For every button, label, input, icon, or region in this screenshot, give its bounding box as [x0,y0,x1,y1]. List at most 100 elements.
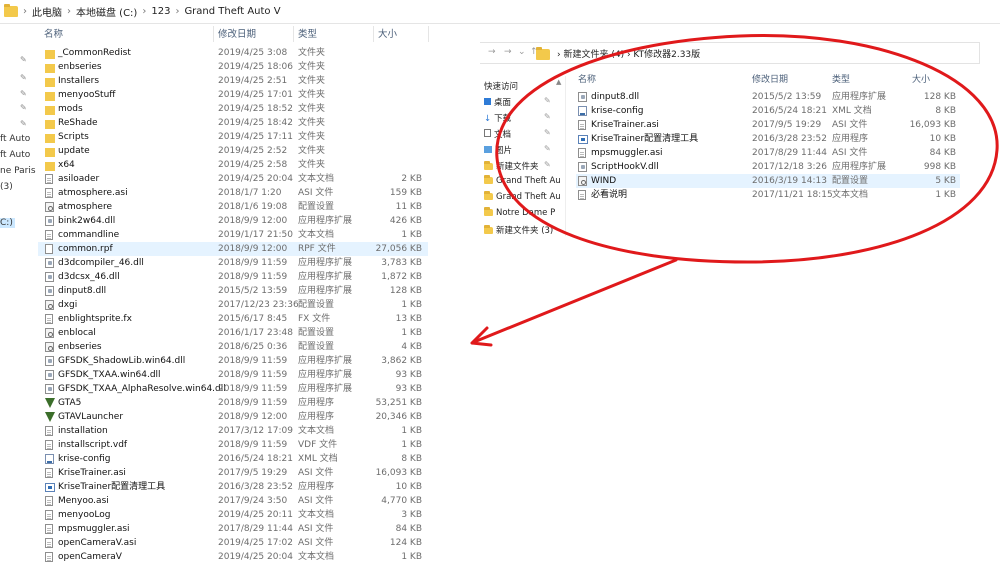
file-row[interactable]: Menyoo.asi 2017/9/24 3:50 ASI 文件 4,770 KB [38,494,428,508]
file-date: 2018/1/7 1:20 [218,188,282,198]
file-row[interactable]: d3dcompiler_46.dll 2018/9/9 11:59 应用程序扩展 3,… [38,256,428,270]
file-row[interactable]: ScriptHookV.dll 2017/12/18 3:26 应用程序扩展 998 … [576,160,960,174]
sidebar-item-folder[interactable]: 新建文件夹 (3) [484,224,553,236]
file-row[interactable]: enbseries 2018/6/25 0:36 配置设置 4 KB [38,340,428,354]
chevron-down-icon[interactable]: ⌄ [518,47,526,57]
column-header-name[interactable]: 名称 [578,72,596,85]
file-row[interactable]: 必看说明 2017/11/21 18:15 文本文档 1 KB [576,188,960,202]
file-row[interactable]: krise-config 2016/5/24 18:21 XML 文档 8 KB [38,452,428,466]
column-header-type[interactable]: 类型 [298,26,317,42]
file-size: 5 KB [935,176,956,186]
file-row[interactable]: installation 2017/3/12 17:09 文本文档 1 KB [38,424,428,438]
column-divider[interactable] [428,26,429,42]
file-row[interactable]: installscript.vdf 2018/9/9 11:59 VDF 文件 1 K… [38,438,428,452]
second-window-sidebar[interactable]: ▲ 快速访问 桌面 ✎ ↓ 下载 ✎ 文档 ✎ 图片 ✎ 新建文件夹 ✎ Gran… [482,76,566,236]
file-row[interactable]: menyooStuff 2019/4/25 17:01 文件夹 [38,88,428,102]
address-bar[interactable]: › 此电脑 › 本地磁盘 (C:) › 123 › Grand Theft Au… [0,0,1000,24]
file-row[interactable]: d3dcsx_46.dll 2018/9/9 11:59 应用程序扩展 1,872 K… [38,270,428,284]
file-row[interactable]: openCameraV 2019/4/25 20:04 文本文档 1 KB [38,550,428,564]
document-icon [45,244,53,254]
breadcrumb-123[interactable]: 123 [151,6,170,17]
breadcrumb-this-pc[interactable]: 此电脑 [32,4,62,19]
file-row[interactable]: enblocal 2016/1/17 23:48 配置设置 1 KB [38,326,428,340]
sidebar-item-new-folder[interactable]: 新建文件夹 [484,160,539,172]
file-row[interactable]: asiloader 2019/4/25 20:04 文本文档 2 KB [38,172,428,186]
forward-arrow-icon[interactable]: → [504,47,512,57]
file-row[interactable]: krise-config 2016/5/24 18:21 XML 文档 8 KB [576,104,960,118]
file-row[interactable]: x64 2019/4/25 2:58 文件夹 [38,158,428,172]
file-row[interactable]: WIND 2016/3/19 14:13 配置设置 5 KB [576,174,960,188]
file-row[interactable]: commandline 2019/1/17 21:50 文本文档 1 KB [38,228,428,242]
sidebar-item-desktop[interactable]: 桌面 [484,96,511,108]
file-row[interactable]: Installers 2019/4/25 2:51 文件夹 [38,74,428,88]
folder-icon [536,47,550,60]
file-row[interactable]: KriseTrainer配置清理工具 2016/3/28 23:52 应用程序 10 … [38,480,428,494]
sidebar-item-pictures[interactable]: 图片 [484,144,512,156]
file-name: mpsmuggler.asi [58,524,130,534]
column-divider[interactable] [213,26,214,42]
file-row[interactable]: Scripts 2019/4/25 17:11 文件夹 [38,130,428,144]
second-explorer-window[interactable]: → → ⌄ ↑ › 新建文件夹 (4) › KT修改器2.33版 ▲ 快速访问 … [480,26,1000,236]
file-row[interactable]: dinput8.dll 2015/5/2 13:59 应用程序扩展 128 KB [38,284,428,298]
tree-item[interactable]: ne Paris [0,166,36,176]
sidebar-item-quick-access[interactable]: 快速访问 [484,80,518,92]
file-size: 13 KB [395,314,422,324]
sidebar-item-documents[interactable]: 文档 [484,128,511,140]
sidebar-item-folder[interactable]: Grand Theft Au [484,175,561,186]
file-row[interactable]: GTAVLauncher 2018/9/9 12:00 应用程序 20,346 KB [38,410,428,424]
file-date: 2018/9/9 11:59 [218,370,288,380]
column-header-size[interactable]: 大小 [378,26,397,42]
file-row[interactable]: menyooLog 2019/4/25 20:11 文本文档 3 KB [38,508,428,522]
file-row[interactable]: KriseTrainer配置清理工具 2016/3/28 23:52 应用程序 10 … [576,132,960,146]
file-row[interactable]: _CommonRedist 2019/4/25 3:08 文件夹 [38,46,428,60]
file-row[interactable]: mpsmuggler.asi 2017/8/29 11:44 ASI 文件 84 KB [576,146,960,160]
tree-item-selected[interactable]: C:) [0,218,15,228]
file-date: 2017/11/21 18:15 [752,190,833,200]
tree-item[interactable]: (3) [0,182,13,192]
file-row[interactable]: update 2019/4/25 2:52 文件夹 [38,144,428,158]
column-divider[interactable] [373,26,374,42]
file-row[interactable]: GFSDK_TXAA.win64.dll 2018/9/9 11:59 应用程序扩展… [38,368,428,382]
file-row[interactable]: atmosphere 2018/1/6 19:08 配置设置 11 KB [38,200,428,214]
tree-item[interactable]: ft Auto [0,134,30,144]
file-row[interactable]: GFSDK_TXAA_AlphaResolve.win64.dll 2018/9/… [38,382,428,396]
column-header-type[interactable]: 类型 [832,72,850,85]
file-row[interactable]: dinput8.dll 2015/5/2 13:59 应用程序扩展 128 KB [576,90,960,104]
column-header-date[interactable]: 修改日期 [218,26,256,42]
column-header-size[interactable]: 大小 [912,72,930,85]
file-row[interactable]: KriseTrainer.asi 2017/9/5 19:29 ASI 文件 16,0… [38,466,428,480]
file-date: 2017/12/18 3:26 [752,162,827,172]
file-row[interactable]: bink2w64.dll 2018/9/9 12:00 应用程序扩展 426 KB [38,214,428,228]
scroll-up-icon[interactable]: ▲ [556,78,561,86]
column-divider[interactable] [293,26,294,42]
file-row[interactable]: openCameraV.asi 2019/4/25 17:02 ASI 文件 124 … [38,536,428,550]
file-date: 2019/4/25 3:08 [218,48,288,58]
file-row[interactable]: ReShade 2019/4/25 18:42 文件夹 [38,116,428,130]
sidebar-item-downloads[interactable]: ↓ 下载 [484,112,511,124]
file-row[interactable]: atmosphere.asi 2018/1/7 1:20 ASI 文件 159 KB [38,186,428,200]
path-segment[interactable]: 新建文件夹 (4) [563,50,624,60]
column-header-name[interactable]: 名称 [44,26,63,42]
tree-item[interactable]: ft Auto [0,150,30,160]
file-type: XML 文档 [832,106,872,116]
second-window-path[interactable]: › 新建文件夹 (4) › KT修改器2.33版 [557,47,700,60]
navigation-pane[interactable]: ✎ ✎ ✎ ✎ ✎ ft Auto ft Auto ne Paris (3) C… [0,24,38,570]
breadcrumb-current-folder[interactable]: Grand Theft Auto V [184,6,280,17]
file-row[interactable]: mpsmuggler.asi 2017/8/29 11:44 ASI 文件 84 KB [38,522,428,536]
path-segment[interactable]: KT修改器2.33版 [633,50,700,60]
back-arrow-icon[interactable]: → [488,47,496,57]
breadcrumb-local-disk[interactable]: 本地磁盘 (C:) [76,4,137,19]
column-header-date[interactable]: 修改日期 [752,72,788,85]
file-row[interactable]: dxgi 2017/12/23 23:36 配置设置 1 KB [38,298,428,312]
file-row[interactable]: enblightsprite.fx 2015/6/17 8:45 FX 文件 13 K… [38,312,428,326]
second-window-address-bar[interactable]: → → ⌄ ↑ › 新建文件夹 (4) › KT修改器2.33版 [480,42,980,64]
file-row[interactable]: mods 2019/4/25 18:52 文件夹 [38,102,428,116]
file-row[interactable]: KriseTrainer.asi 2017/9/5 19:29 ASI 文件 16,0… [576,118,960,132]
file-row[interactable]: common.rpf 2018/9/9 12:00 RPF 文件 27,056 KB [38,242,428,256]
file-row[interactable]: GFSDK_ShadowLib.win64.dll 2018/9/9 11:59 应… [38,354,428,368]
file-row[interactable]: GTA5 2018/9/9 11:59 应用程序 53,251 KB [38,396,428,410]
sidebar-item-folder[interactable]: Grand Theft Au [484,191,561,202]
sidebar-item-folder[interactable]: Notre Dame P [484,207,555,218]
file-row[interactable]: enbseries 2019/4/25 18:06 文件夹 [38,60,428,74]
file-size: 93 KB [395,384,422,394]
